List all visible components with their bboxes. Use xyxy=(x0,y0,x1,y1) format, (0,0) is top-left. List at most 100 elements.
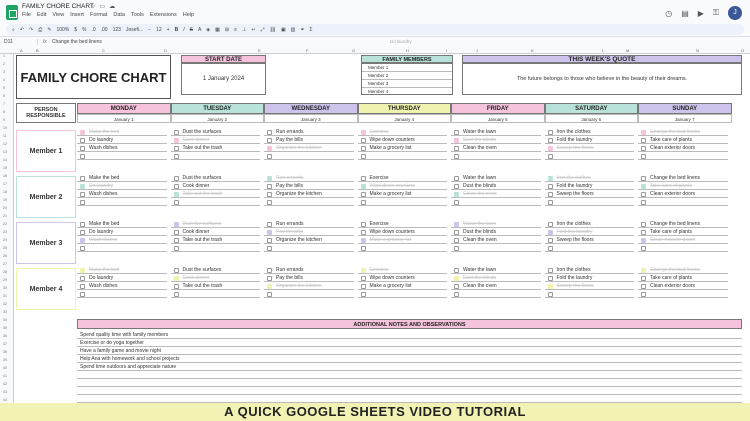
row-header[interactable]: 8 xyxy=(3,110,5,114)
chore-item[interactable]: Run errands xyxy=(264,174,354,182)
italic-button[interactable]: I xyxy=(183,27,184,33)
chore-item[interactable]: Dust the blinds xyxy=(451,182,541,190)
chore-item[interactable]: Wash dishes xyxy=(77,236,167,244)
chore-item[interactable]: Run errands xyxy=(264,266,354,274)
chore-checkbox[interactable] xyxy=(547,137,553,143)
chore-checkbox[interactable] xyxy=(547,199,553,205)
column-header[interactable]: E xyxy=(258,48,261,53)
chore-item[interactable]: Wash dishes xyxy=(77,282,167,290)
chore-checkbox[interactable] xyxy=(547,283,553,289)
chore-checkbox[interactable] xyxy=(641,199,646,205)
row-header[interactable]: 37 xyxy=(3,342,7,346)
chore-checkbox[interactable] xyxy=(454,221,459,227)
row-header[interactable]: 27 xyxy=(3,262,7,266)
chore-item[interactable]: Wipe down counters xyxy=(357,182,447,190)
meet-icon[interactable]: ▶ xyxy=(698,9,704,18)
paint-format-icon[interactable]: ✎ xyxy=(47,27,51,33)
sheet-grid[interactable]: FAMILY CHORE CHART START DATE 1 January … xyxy=(14,54,750,407)
row-header[interactable]: 29 xyxy=(3,278,7,282)
chore-item[interactable]: Dust the surfaces xyxy=(170,174,260,182)
chore-item[interactable]: Sweep the floors xyxy=(544,282,634,290)
chore-checkbox[interactable] xyxy=(641,291,646,297)
chore-item[interactable]: Take out the trash xyxy=(170,190,260,198)
row-header[interactable]: 18 xyxy=(3,190,7,194)
row-header[interactable]: 3 xyxy=(3,70,5,74)
row-header[interactable]: 32 xyxy=(3,302,7,306)
chore-checkbox[interactable] xyxy=(360,191,366,197)
chore-checkbox[interactable] xyxy=(80,153,85,159)
chore-item[interactable]: Do laundry xyxy=(77,182,167,190)
family-member-item[interactable]: Member 1 xyxy=(362,64,452,72)
chore-checkbox[interactable] xyxy=(454,291,459,297)
star-icon[interactable]: ☆ xyxy=(90,4,95,10)
chore-item[interactable]: Take out the trash xyxy=(170,236,260,244)
chore-checkbox[interactable] xyxy=(80,267,85,273)
chore-item[interactable]: Take care of plants xyxy=(638,136,728,144)
menu-item-format[interactable]: Format xyxy=(90,12,107,18)
font-size-decrease-icon[interactable]: − xyxy=(148,27,151,33)
chore-item[interactable]: Pay the bills xyxy=(264,274,354,282)
note-line[interactable]: Have a family game and movie night xyxy=(77,347,742,355)
chore-item[interactable]: Clean exterior doors xyxy=(638,236,728,244)
row-header[interactable]: 17 xyxy=(3,182,7,186)
chore-item[interactable]: Exercise xyxy=(357,174,447,182)
chore-checkbox[interactable] xyxy=(454,245,459,251)
chore-checkbox[interactable] xyxy=(80,291,85,297)
chore-item[interactable]: Make a grocery list xyxy=(357,190,447,198)
name-box[interactable]: D11 xyxy=(0,39,38,45)
chore-checkbox[interactable] xyxy=(454,199,459,205)
row-header[interactable]: 24 xyxy=(3,238,7,242)
row-header[interactable]: 43 xyxy=(3,390,7,394)
chore-checkbox[interactable] xyxy=(547,221,553,227)
column-header[interactable]: K xyxy=(531,48,534,53)
row-header[interactable]: 36 xyxy=(3,334,7,338)
chore-item[interactable] xyxy=(77,152,167,160)
row-header[interactable]: 13 xyxy=(3,150,7,154)
chore-checkbox[interactable] xyxy=(454,267,459,273)
chore-checkbox[interactable] xyxy=(267,153,272,159)
chore-item[interactable]: Iron the clothes xyxy=(544,220,634,228)
chore-checkbox[interactable] xyxy=(267,245,272,251)
chore-item[interactable] xyxy=(77,244,167,252)
note-line[interactable]: Exercise or do yoga together xyxy=(77,339,742,347)
bold-button[interactable]: B xyxy=(175,27,179,33)
row-header[interactable]: 20 xyxy=(3,206,7,210)
wrap-icon[interactable]: ↵ xyxy=(251,27,255,33)
chore-checkbox[interactable] xyxy=(173,245,179,251)
row-header[interactable]: 31 xyxy=(3,294,7,298)
chore-checkbox[interactable] xyxy=(360,291,366,297)
chore-item[interactable]: Cook dinner xyxy=(170,182,260,190)
chore-checkbox[interactable] xyxy=(641,237,646,243)
row-header[interactable]: 12 xyxy=(3,142,7,146)
chore-checkbox[interactable] xyxy=(454,237,459,243)
chore-item[interactable]: Exercise xyxy=(357,128,447,136)
chore-item[interactable]: Sweep the floors xyxy=(544,144,634,152)
row-header[interactable]: 26 xyxy=(3,254,7,258)
chore-checkbox[interactable] xyxy=(80,245,85,251)
chore-checkbox[interactable] xyxy=(267,221,272,227)
chore-item[interactable]: Clean exterior doors xyxy=(638,144,728,152)
row-header[interactable]: 25 xyxy=(3,246,7,250)
row-header[interactable]: 7 xyxy=(3,102,5,106)
chore-item[interactable]: Take care of plants xyxy=(638,228,728,236)
chore-item[interactable]: Water the lawn xyxy=(451,266,541,274)
note-line[interactable]: Help Ana with homework and school projec… xyxy=(77,355,742,363)
chore-item[interactable]: Clean exterior doors xyxy=(638,282,728,290)
filter-icon[interactable]: ⏷ xyxy=(300,27,304,33)
chore-item[interactable]: Water the lawn xyxy=(451,128,541,136)
chore-checkbox[interactable] xyxy=(173,221,179,227)
menu-item-help[interactable]: Help xyxy=(183,12,194,18)
chore-checkbox[interactable] xyxy=(173,229,179,235)
chore-item[interactable]: Take out the trash xyxy=(170,282,260,290)
chore-item[interactable]: Pay the bills xyxy=(264,228,354,236)
chore-checkbox[interactable] xyxy=(641,175,646,181)
chore-item[interactable]: Run errands xyxy=(264,128,354,136)
row-header[interactable]: 33 xyxy=(3,310,7,314)
rotate-icon[interactable]: ⤢ xyxy=(261,27,265,33)
chore-checkbox[interactable] xyxy=(547,245,553,251)
row-header[interactable]: 35 xyxy=(3,326,7,330)
zoom-select[interactable]: 100% xyxy=(56,27,69,33)
chart-icon[interactable]: ▥ xyxy=(291,27,296,33)
row-header[interactable]: 42 xyxy=(3,382,7,386)
font-size-input[interactable]: 12 xyxy=(156,27,162,33)
